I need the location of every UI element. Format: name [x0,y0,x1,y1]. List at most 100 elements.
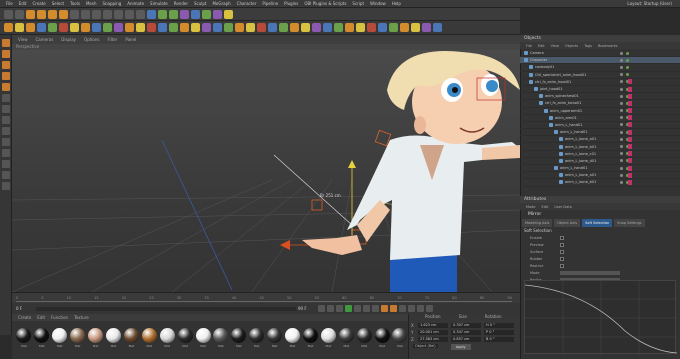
menu-snapping[interactable]: Snapping [102,1,121,6]
next-frame-button[interactable] [354,305,361,312]
x-axis-handle[interactable] [280,240,290,250]
tab-snap-settings[interactable]: Snap Settings [614,219,645,227]
object-tree-row[interactable]: Ctrl_specialctrl_anim_hood01 [520,72,680,79]
object-tree-row[interactable]: Character [520,57,680,65]
material-swatch[interactable]: Mat [392,328,408,352]
menu-window[interactable]: Window [370,1,386,6]
next-key-button[interactable] [363,305,370,312]
object-tag-icon[interactable] [628,172,632,178]
material-swatch[interactable]: Mat [374,328,390,352]
menu-render[interactable]: Render [174,1,188,6]
toolbar-tool-button[interactable] [433,23,442,32]
objects-menu-bookmarks[interactable]: Bookmarks [598,44,618,48]
material-swatch[interactable]: Mat [213,328,229,352]
object-tag-icon[interactable] [628,179,632,185]
mode-tool-button[interactable] [1,138,10,146]
visibility-flags[interactable] [620,58,629,62]
apply-button[interactable]: Apply [450,344,471,350]
object-tag-icon[interactable] [628,136,632,142]
position-field[interactable]: 20.001 cm [418,330,448,335]
material-swatch[interactable]: Mat [338,328,354,352]
menu-simulate[interactable]: Simulate [150,1,168,6]
object-tree-row[interactable]: anim_spinechest01 [520,93,680,101]
object-tree-row[interactable]: anim_upperarm01 [520,108,680,115]
coord-mode-select[interactable]: Object (Rel) [413,344,438,348]
object-tree-row[interactable]: ctrl_fx_anim_torso01 [520,100,680,108]
record-button[interactable] [381,305,388,312]
go-to-start-button[interactable] [318,305,325,312]
material-swatch[interactable]: Mat [52,328,68,352]
toolbar-tool-button[interactable] [169,23,178,32]
material-swatch[interactable]: Mat [34,328,50,352]
menu-select[interactable]: Select [52,1,64,6]
toolbar-tool-button[interactable] [312,23,321,32]
object-tree[interactable]: Camera Character conbody01 Ctrl_specialctrl… [520,50,680,188]
object-tree-row[interactable]: ctrl_fx_anim_hood01 [520,79,680,86]
deformer-button[interactable] [191,9,200,19]
position-key-button[interactable] [408,305,415,312]
object-tag-icon[interactable] [628,86,632,92]
object-tag-icon[interactable] [628,108,632,114]
position-field[interactable]: 1.623 cm [418,323,448,328]
toolbar-tool-button[interactable] [246,23,255,32]
attributes-menu-mode[interactable]: Mode [526,205,536,209]
toolbar-tool-button[interactable] [81,23,90,32]
rotation-field[interactable]: P 0 ° [484,330,514,335]
viewport-menu-panel[interactable]: Panel [125,37,136,42]
toolbar-tool-button[interactable] [422,23,431,32]
select-tool-button[interactable] [26,9,35,19]
toolbar-tool-button[interactable] [356,23,365,32]
menu-mograph[interactable]: MoGraph [212,1,230,6]
pen-button[interactable] [158,9,167,19]
object-tree-row[interactable]: Camera [520,50,680,58]
toolbar-tool-button[interactable] [92,23,101,32]
menu-pipeline[interactable]: Pipeline [262,1,278,6]
toolbar-tool-button[interactable] [257,23,266,32]
prev-frame-button[interactable] [336,305,343,312]
objects-menu-tags[interactable]: Tags [584,44,592,48]
menu-obi-plugins-scripts[interactable]: OBI Plugins & Scripts [304,1,346,6]
mode-tool-button[interactable] [1,39,10,47]
y-axis-handle[interactable] [348,160,356,168]
attribute-checkbox[interactable] [560,235,564,240]
mode-tool-button[interactable] [1,116,10,124]
material-swatch[interactable]: Mat [231,328,247,352]
autokey-button[interactable] [390,305,397,312]
floor-button[interactable] [202,9,211,19]
material-swatch[interactable]: Mat [105,328,122,352]
viewport-menu-view[interactable]: View [18,37,28,42]
material-menu-create[interactable]: Create [18,315,31,320]
falloff-graph[interactable] [524,280,678,355]
size-field[interactable]: 0.347 cm [451,330,481,335]
mode-tool-button[interactable] [1,127,10,135]
mode-tool-button[interactable] [1,149,10,157]
material-swatch[interactable]: Mat [302,328,319,352]
material-swatch[interactable]: Mat [195,328,211,352]
scale-key-button[interactable] [417,305,424,312]
object-tag-icon[interactable] [628,115,632,121]
menu-file[interactable]: File [6,1,13,6]
rotation-field[interactable]: B 0 ° [484,337,514,342]
menu-character[interactable]: Character [237,1,257,6]
object-tag-icon[interactable] [628,100,632,106]
toolbar-tool-button[interactable] [235,23,244,32]
cube-button[interactable] [147,9,156,19]
toolbar-tool-button[interactable] [59,23,68,32]
menu-tools[interactable]: Tools [70,1,80,6]
object-tag-icon[interactable] [628,129,632,135]
joint-gizmo[interactable] [374,129,392,147]
viewport-menu-display[interactable]: Display [61,37,76,42]
menu-edit[interactable]: Edit [19,1,27,6]
object-tree-row[interactable]: anim_L_bone_c01 [520,151,680,158]
toolbar-tool-button[interactable] [224,23,233,32]
object-tree-row[interactable]: anim_L_hand01 [520,165,680,173]
rotate-tool-button[interactable] [59,9,68,19]
object-tree-row[interactable]: anim_L_bone_d01 [520,158,680,165]
object-tree-row[interactable]: anim_L_bone_b01 [520,179,680,187]
toolbar-tool-button[interactable] [70,23,79,32]
timeline-ruler[interactable]: 0 5 10 15 20 25 30 35 40 45 50 55 60 65 70 75 80 85 90 [16,296,512,302]
light-button[interactable] [224,9,233,19]
material-swatch[interactable]: Mat [159,328,175,352]
toolbar-tool-button[interactable] [26,23,35,32]
3d-viewport[interactable]: Br 251 cm [12,50,520,292]
